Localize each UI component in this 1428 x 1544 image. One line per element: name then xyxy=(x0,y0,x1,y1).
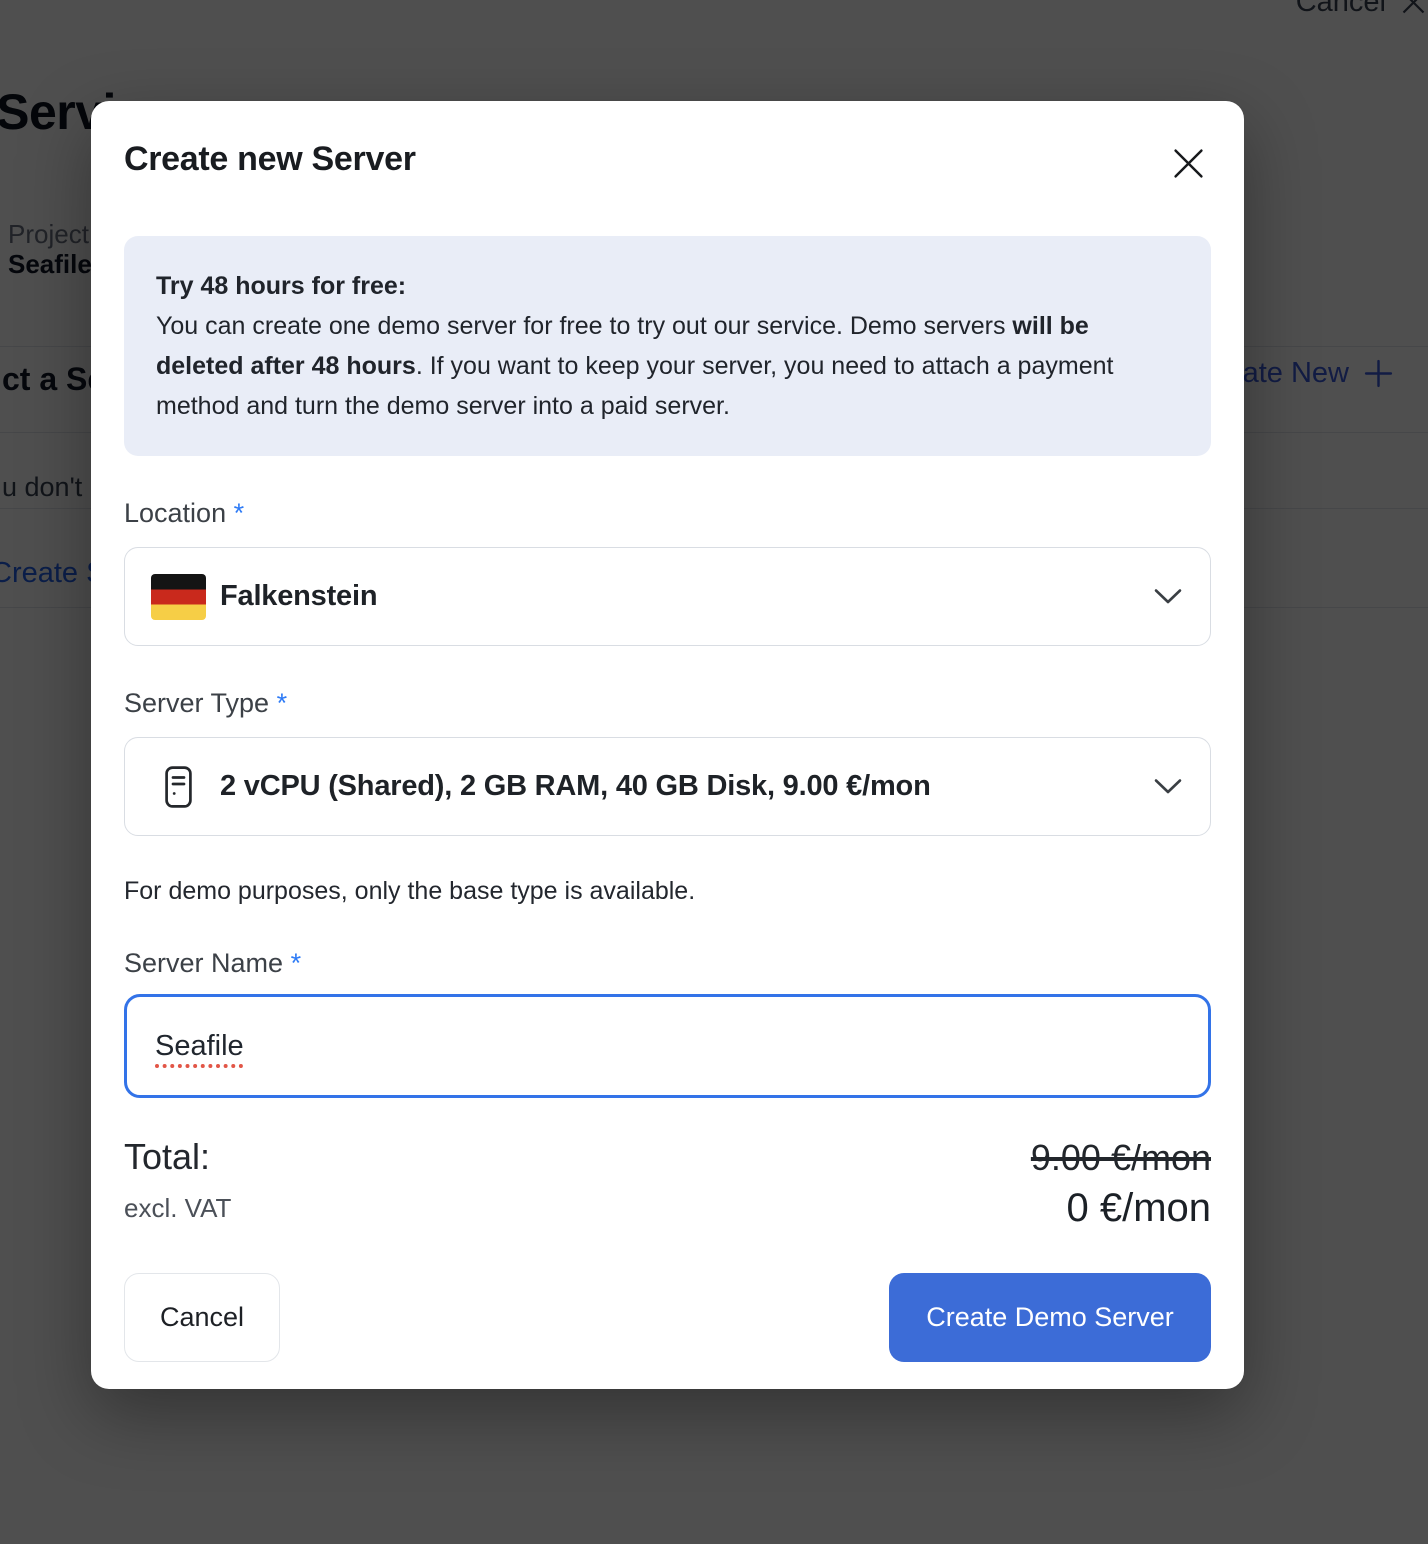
info-box-heading: Try 48 hours for free: xyxy=(156,266,1179,306)
cancel-button[interactable]: Cancel xyxy=(124,1273,280,1362)
server-name-value: Seafile xyxy=(155,1030,244,1063)
chevron-down-icon xyxy=(1154,588,1182,605)
chevron-down-icon xyxy=(1154,778,1182,795)
modal-title: Create new Server xyxy=(124,137,416,181)
current-price: 0 €/mon xyxy=(1031,1186,1211,1230)
germany-flag-icon xyxy=(151,574,206,620)
server-name-label-text: Server Name xyxy=(124,948,283,978)
create-server-modal: Create new Server Try 48 hours for free:… xyxy=(91,101,1244,1389)
original-price: 9.00 €/mon xyxy=(1031,1138,1211,1178)
total-prices: 9.00 €/mon 0 €/mon xyxy=(1031,1138,1211,1230)
modal-header: Create new Server xyxy=(124,137,1211,186)
location-select[interactable]: Falkenstein xyxy=(124,547,1211,646)
location-label: Location * xyxy=(124,496,1211,530)
required-asterisk: * xyxy=(291,948,302,978)
total-label: Total: xyxy=(124,1138,231,1176)
server-type-note: For demo purposes, only the base type is… xyxy=(124,874,1211,908)
info-box-body: You can create one demo server for free … xyxy=(156,306,1179,426)
server-name-input[interactable]: Seafile xyxy=(124,994,1211,1098)
total-left: Total: excl. VAT xyxy=(124,1138,231,1223)
server-type-label-text: Server Type xyxy=(124,688,269,718)
create-demo-server-button[interactable]: Create Demo Server xyxy=(889,1273,1211,1362)
free-trial-info-box: Try 48 hours for free: You can create on… xyxy=(124,236,1211,456)
total-section: Total: excl. VAT 9.00 €/mon 0 €/mon xyxy=(124,1138,1211,1230)
server-type-select[interactable]: 2 vCPU (Shared), 2 GB RAM, 40 GB Disk, 9… xyxy=(124,737,1211,836)
screen: Cancel loy Service Project Seafile ct a … xyxy=(0,0,1428,1544)
server-name-label: Server Name * xyxy=(124,946,1211,980)
server-type-select-value: 2 vCPU (Shared), 2 GB RAM, 40 GB Disk, 9… xyxy=(220,770,931,803)
close-icon[interactable] xyxy=(1166,141,1211,186)
location-select-value: Falkenstein xyxy=(220,580,377,613)
location-label-text: Location xyxy=(124,498,226,528)
vat-note: excl. VAT xyxy=(124,1193,231,1223)
server-type-label: Server Type * xyxy=(124,686,1211,720)
required-asterisk: * xyxy=(234,498,245,528)
modal-actions: Cancel Create Demo Server xyxy=(124,1273,1211,1362)
info-body-text: You can create one demo server for free … xyxy=(156,312,1012,340)
server-icon xyxy=(151,766,206,808)
required-asterisk: * xyxy=(277,688,288,718)
